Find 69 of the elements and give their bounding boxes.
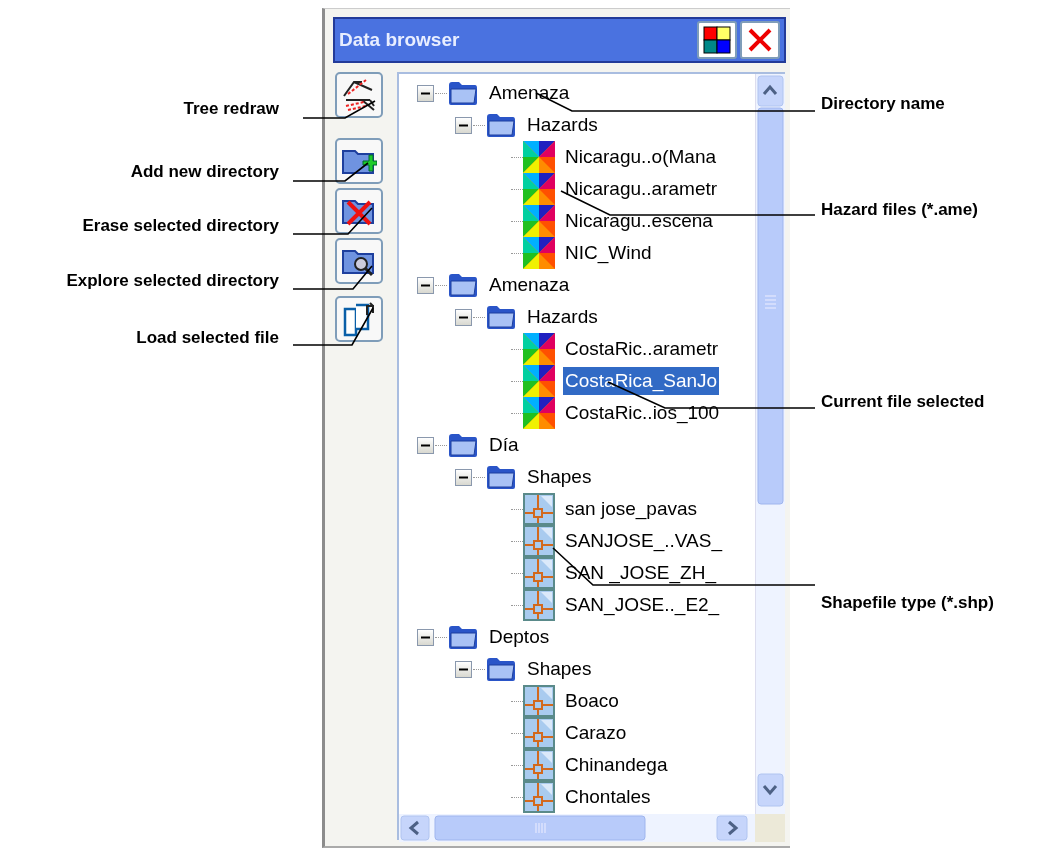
color-map-icon [523,173,555,205]
tree-item[interactable]: Shapes [525,655,594,683]
tree-item[interactable]: SAN_JOSE.._E2_ [563,591,722,619]
collapse-toggle[interactable] [455,308,472,326]
color-map-icon [523,397,555,429]
collapse-toggle[interactable] [455,660,472,678]
tree-item[interactable]: Chontales [563,783,653,811]
shapefile-icon [523,525,555,557]
tree-item[interactable]: Deptos [487,623,552,651]
close-button[interactable] [740,21,780,59]
tree-item[interactable]: Nicaragu..escena [563,207,715,235]
tree-item[interactable]: Chinandega [563,751,670,779]
shapefile-icon [523,589,555,621]
callout-label: Current file selected [821,391,985,413]
add-directory-button[interactable] [335,138,383,184]
tree-item[interactable]: Hazards [525,303,600,331]
callout-label: Explore selected directory [66,270,279,292]
collapse-toggle[interactable] [417,436,434,454]
tile-windows-button[interactable] [697,21,737,59]
vertical-scrollbar[interactable] [755,74,785,814]
erase-directory-button[interactable] [335,188,383,234]
tree-item[interactable]: Hazards [525,111,600,139]
explore-directory-button[interactable] [335,238,383,284]
load-file-button[interactable] [335,296,383,342]
tiles-icon [703,26,731,54]
color-map-icon [523,333,555,365]
tree-item[interactable]: CostaRica_SanJo [563,367,720,395]
tree-item[interactable]: Amenaza [487,79,572,107]
callout-label: Erase selected directory [82,215,279,237]
pages-icon [342,301,376,337]
tree-item[interactable]: Nicaragu..o(Mana [563,143,719,171]
tree-item[interactable]: SANJOSE_..VAS_ [563,527,724,555]
scrollbar-corner [755,814,785,842]
redraw-icon [340,76,378,114]
tree-item[interactable]: Amenaza [487,271,572,299]
shapefile-icon [523,557,555,589]
callout-label: Tree redraw [183,98,279,120]
tree-item[interactable]: Día [487,431,521,459]
shapefile-icon [523,749,555,781]
color-map-icon [523,205,555,237]
tree-item[interactable]: san jose_pavas [563,495,700,523]
collapse-toggle[interactable] [455,468,472,486]
color-map-icon [523,237,555,269]
callout-label: Shapefile type (*.shp) [821,592,994,614]
callout-label: Add new directory [130,161,279,183]
collapse-toggle[interactable] [417,276,434,294]
tree-item[interactable]: CostaRic..arametr [563,335,721,363]
callout-label: Hazard files (*.ame) [821,199,978,221]
collapse-toggle[interactable] [417,84,434,102]
color-map-icon [523,141,555,173]
tree-item[interactable]: Nicaragu..arametr [563,175,720,203]
collapse-toggle[interactable] [417,628,434,646]
tree-item[interactable]: NIC_Wind [563,239,654,267]
window-title: Data browser [339,27,461,52]
tree-redraw-button[interactable] [335,72,383,118]
callout-label: Load selected file [136,327,279,349]
shapefile-icon [523,493,555,525]
shapefile-icon [523,685,555,717]
tree-item[interactable]: Shapes [525,463,594,491]
tree-item[interactable]: Carazo [563,719,629,747]
horizontal-scrollbar[interactable] [399,814,755,842]
callout-label: Directory name [821,93,945,115]
close-icon [747,27,773,53]
color-map-icon [523,365,555,397]
tree-item[interactable]: CostaRic..ios_100 [563,399,722,427]
shapefile-icon [523,717,555,749]
shapefile-icon [523,781,555,813]
collapse-toggle[interactable] [455,116,472,134]
tree-item[interactable]: Boaco [563,687,621,715]
